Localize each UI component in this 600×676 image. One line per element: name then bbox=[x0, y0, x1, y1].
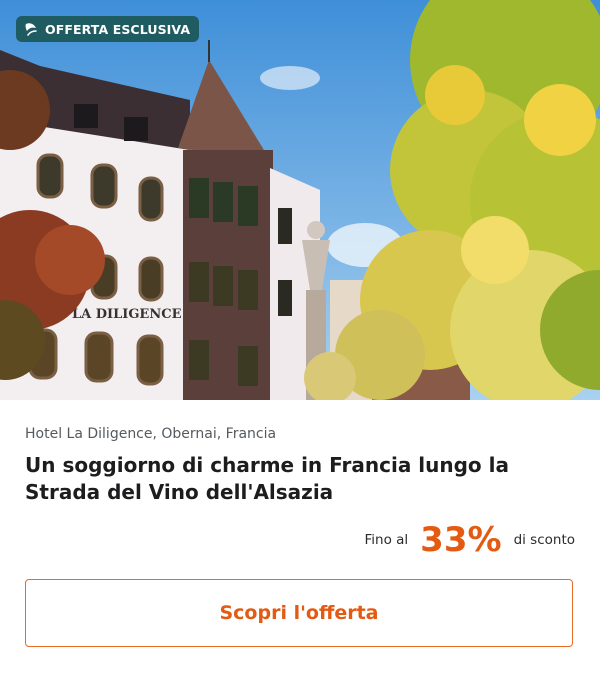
discover-offer-button[interactable]: Scopri l'offerta bbox=[25, 579, 573, 647]
offer-card[interactable]: LA DILIGENCE OFFERTA ESCLUSIVA Hotel La … bbox=[0, 0, 600, 676]
offer-title[interactable]: Un soggiorno di charme in Francia lungo … bbox=[25, 452, 565, 506]
hotel-photo: LA DILIGENCE bbox=[0, 0, 600, 400]
discount-percentage: 33% bbox=[420, 520, 502, 560]
leaf-logo-icon bbox=[23, 21, 39, 37]
hotel-sign: LA DILIGENCE bbox=[72, 307, 182, 322]
exclusive-offer-badge: OFFERTA ESCLUSIVA bbox=[16, 16, 200, 42]
discount-info: Fino al 33% di sconto bbox=[25, 520, 576, 560]
hero-image[interactable]: LA DILIGENCE OFFERTA ESCLUSIVA bbox=[0, 0, 600, 400]
discount-prefix: Fino al bbox=[364, 532, 409, 548]
badge-label: OFFERTA ESCLUSIVA bbox=[45, 21, 191, 37]
hotel-location: Hotel La Diligence, Obernai, Francia bbox=[25, 426, 277, 442]
discount-suffix: di sconto bbox=[513, 532, 575, 548]
